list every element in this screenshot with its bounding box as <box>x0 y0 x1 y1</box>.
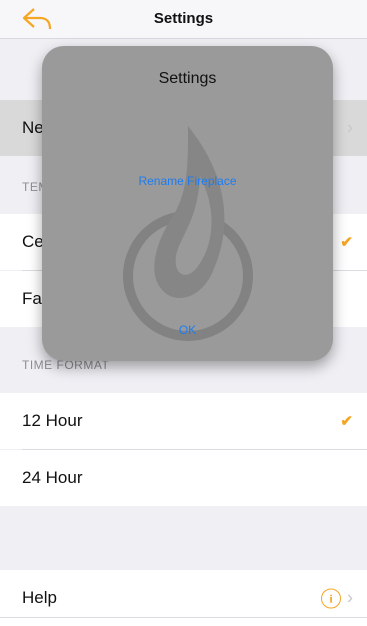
rename-fireplace-button[interactable]: Rename Fireplace <box>42 174 333 188</box>
12-hour-option[interactable]: 12 Hour ✔ <box>0 393 367 449</box>
flame-logo-icon <box>123 126 253 341</box>
checkmark-icon: ✔ <box>340 413 353 430</box>
12-hour-label: 12 Hour <box>22 411 83 430</box>
help-label: Help <box>22 588 57 607</box>
help-accessory: i › <box>321 588 353 609</box>
chevron-right-icon: › <box>347 117 353 138</box>
settings-dialog: Settings Rename Fireplace OK <box>42 46 333 361</box>
24-hour-option[interactable]: 24 Hour <box>0 450 367 506</box>
page-title: Settings <box>153 10 214 27</box>
24-hour-label: 24 Hour <box>22 468 83 487</box>
checkmark-icon: ✔ <box>340 234 353 251</box>
navigation-bar: Settings <box>0 0 367 39</box>
chevron-right-icon: › <box>347 587 353 608</box>
ok-button[interactable]: OK <box>42 323 333 337</box>
dialog-title: Settings <box>158 70 217 87</box>
info-icon: i <box>321 588 341 608</box>
divider <box>0 617 367 618</box>
